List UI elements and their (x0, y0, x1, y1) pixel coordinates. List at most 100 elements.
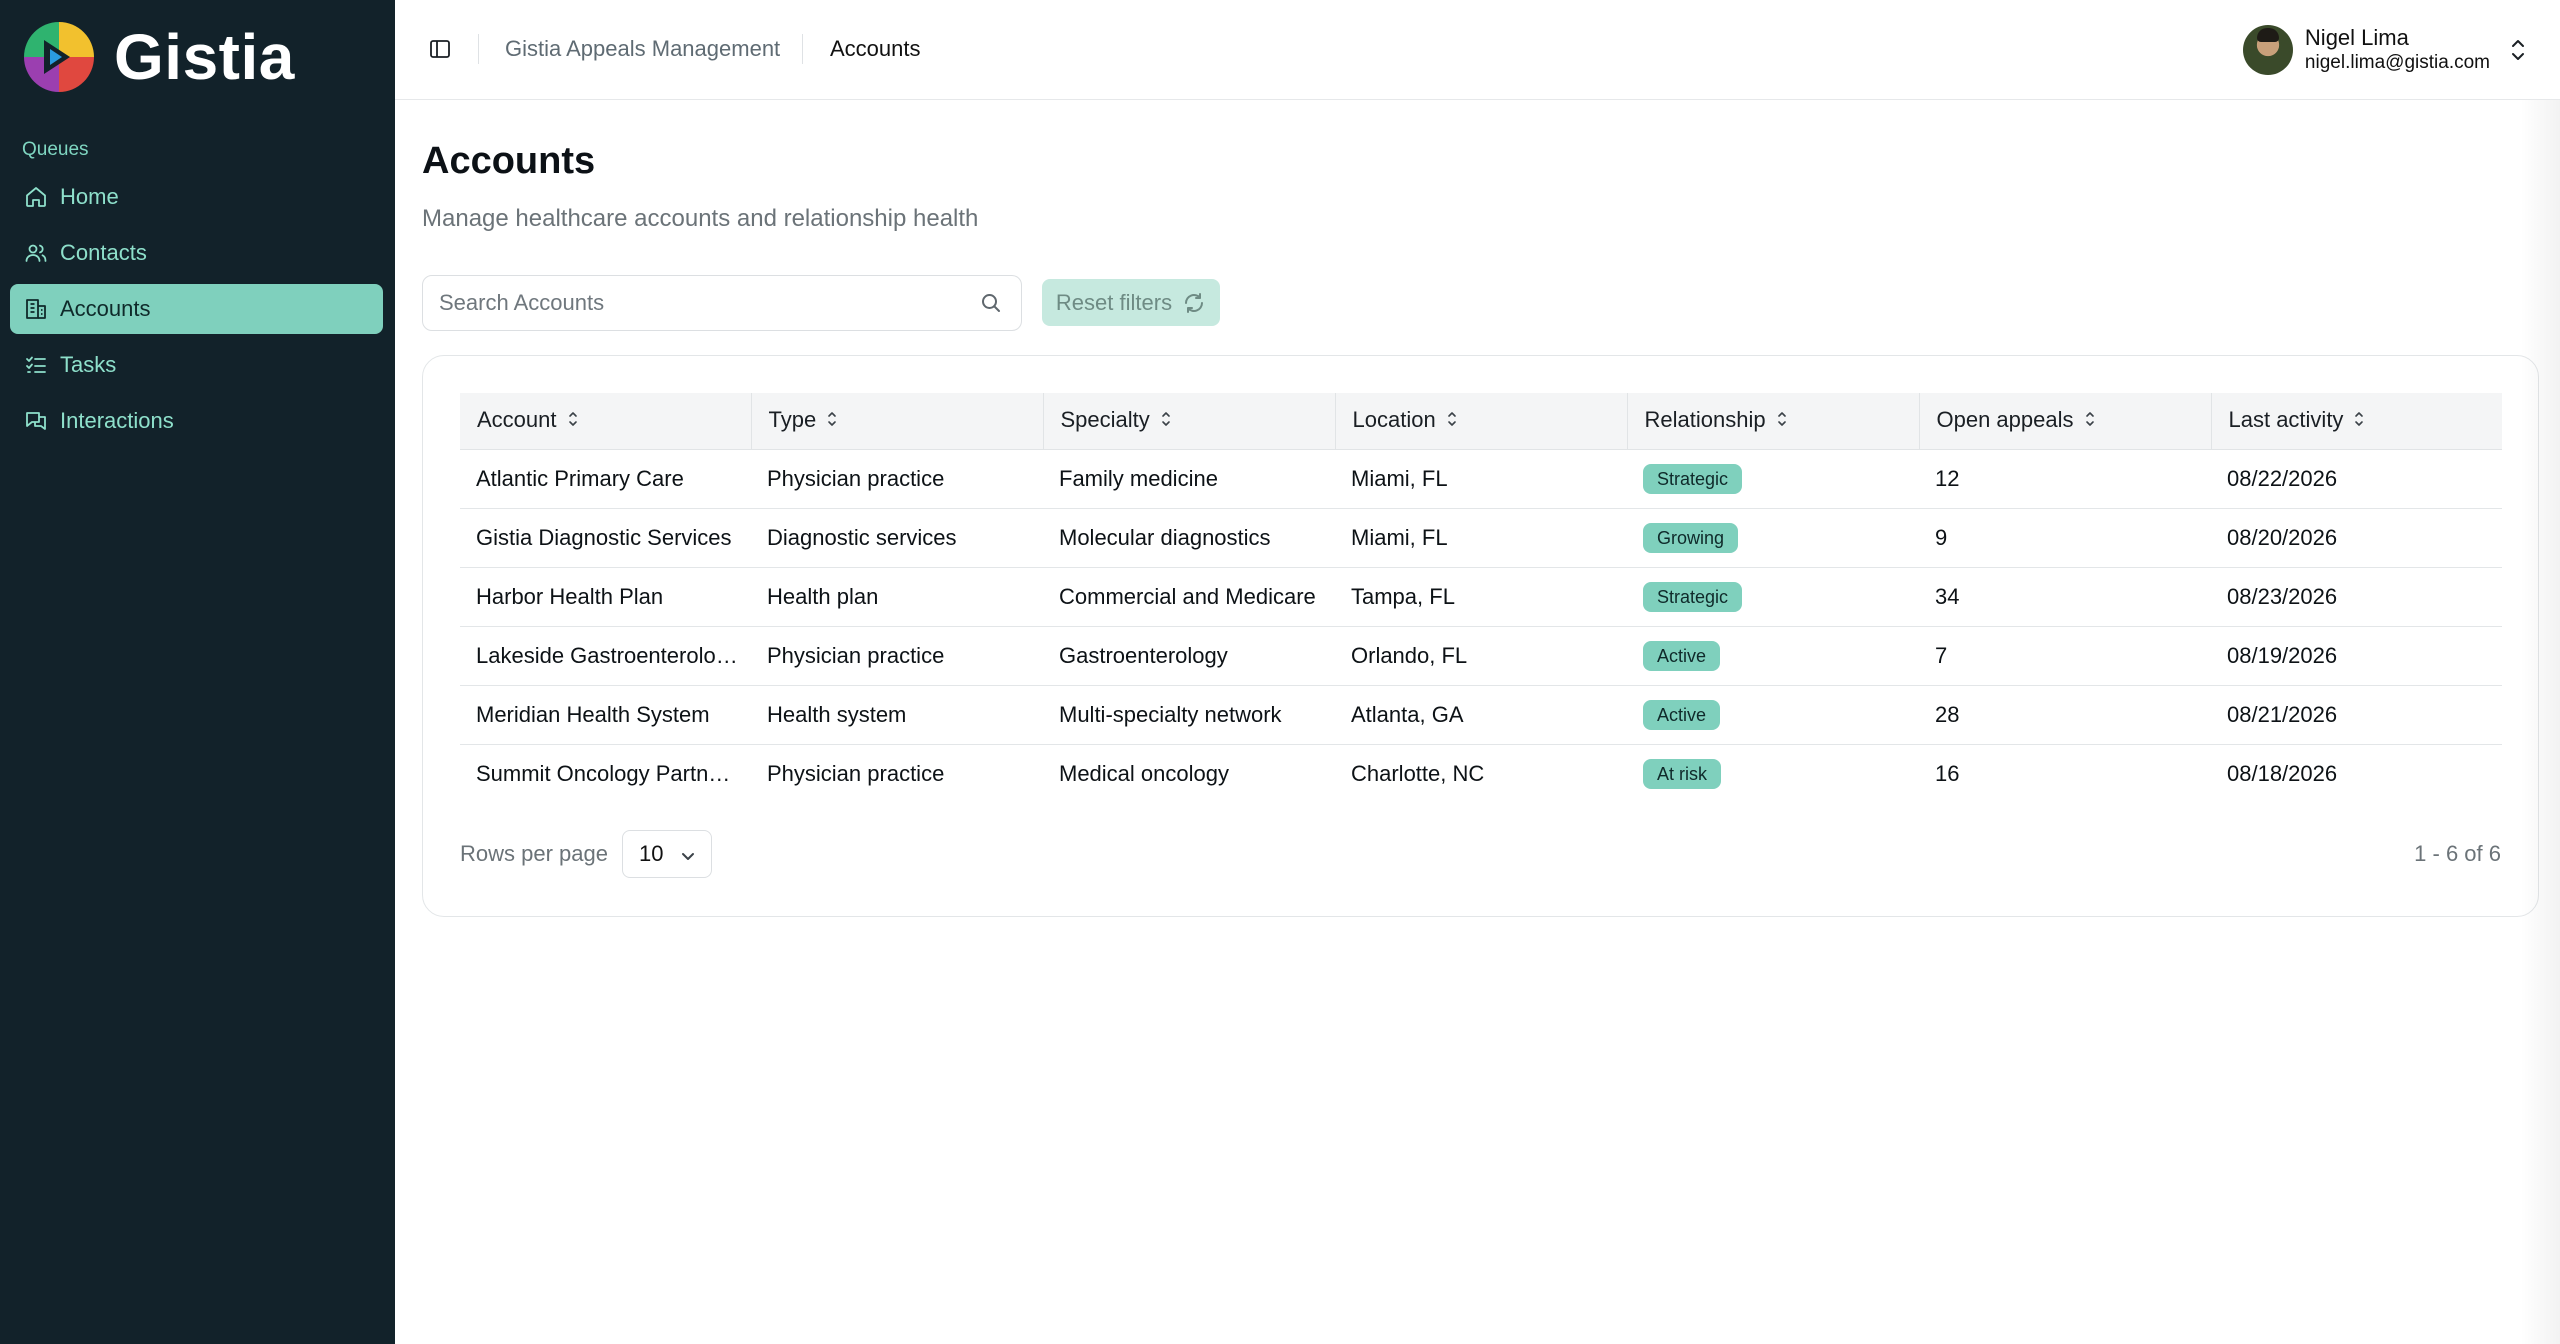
page-title: Accounts (422, 140, 596, 182)
cell-relationship: Strategic (1627, 567, 1919, 626)
cell-account: Harbor Health Plan (476, 583, 664, 609)
user-menu[interactable]: Nigel Lima nigel.lima@gistia.com (2242, 22, 2530, 78)
reset-filters-button[interactable]: Reset filters (1042, 279, 1220, 326)
cell-relationship: At risk (1627, 744, 1919, 803)
cell-type: Health plan (767, 583, 879, 609)
sort-icon[interactable] (2353, 408, 2365, 434)
app-logo[interactable]: Gistia (20, 18, 295, 96)
search-box (422, 275, 1022, 331)
table-row[interactable]: Atlantic Primary Care Physician practice… (460, 449, 2502, 508)
sidebar-item-home[interactable]: Home (10, 172, 383, 222)
cell-type: Physician practice (767, 465, 945, 491)
app-name: Gistia (114, 21, 295, 93)
header-divider (802, 34, 803, 64)
relationship-badge: Growing (1643, 522, 1739, 553)
sidebar-item-interactions[interactable]: Interactions (10, 396, 383, 446)
sort-icon[interactable] (1776, 408, 1788, 434)
cell-last-activity: 08/18/2026 (2227, 760, 2338, 786)
sort-icon[interactable] (1446, 408, 1458, 434)
column-header-specialty[interactable]: Specialty (1043, 393, 1336, 450)
relationship-badge: Active (1643, 699, 1721, 730)
cell-location: Tampa, FL (1351, 583, 1455, 609)
cell-account: Lakeside Gastroenterolo… (476, 642, 738, 668)
pagination-range: 1 - 6 of 6 (2414, 841, 2501, 866)
table-header-row: Account Type Specialty Location Relation… (460, 393, 2502, 450)
cell-open-appeals: 16 (1935, 760, 1960, 786)
sidebar-item-accounts[interactable]: Accounts (10, 284, 383, 334)
sidebar-item-label: Contacts (60, 240, 147, 265)
table-row[interactable]: Meridian Health System Health system Mul… (460, 685, 2502, 744)
table-row[interactable]: Gistia Diagnostic Services Diagnostic se… (460, 508, 2502, 567)
user-name: Nigel Lima (2304, 25, 2409, 50)
table-row[interactable]: Summit Oncology Partn… Physician practic… (460, 744, 2502, 803)
sidebar-toggle-button[interactable] (425, 34, 455, 64)
rows-per-page-label: Rows per page (460, 841, 608, 866)
users-icon (22, 239, 50, 267)
cell-type: Physician practice (767, 642, 945, 668)
sort-icon[interactable] (2084, 408, 2096, 434)
cell-relationship: Active (1627, 626, 1919, 685)
accounts-table: Account Type Specialty Location Relation… (460, 393, 2502, 803)
cell-location: Miami, FL (1351, 465, 1448, 491)
cell-specialty: Medical oncology (1059, 760, 1229, 786)
search-icon[interactable] (979, 291, 1003, 320)
chevrons-up-down-icon (2506, 35, 2530, 65)
gistia-logo-icon (24, 22, 94, 92)
cell-location: Charlotte, NC (1351, 760, 1485, 786)
list-checks-icon (22, 351, 50, 379)
reset-filters-label: Reset filters (1055, 289, 1173, 315)
messages-icon (22, 407, 50, 435)
accounts-table-card: Account Type Specialty Location Relation… (422, 355, 2539, 917)
avatar (2242, 25, 2293, 75)
right-edge-shadow (2520, 100, 2560, 1344)
search-input[interactable] (423, 276, 943, 330)
rows-per-page-value: 10 (639, 841, 664, 866)
sidebar-item-label: Accounts (60, 296, 151, 321)
sidebar-item-contacts[interactable]: Contacts (10, 228, 383, 278)
column-header-location[interactable]: Location (1335, 393, 1628, 450)
sidebar-item-label: Tasks (60, 352, 117, 377)
sidebar-nav: Home Contacts Accounts Tasks Interaction… (10, 172, 383, 452)
relationship-badge: At risk (1643, 758, 1722, 789)
cell-specialty: Molecular diagnostics (1059, 524, 1271, 550)
column-header-account[interactable]: Account (460, 393, 752, 450)
cell-type: Diagnostic services (767, 524, 957, 550)
table-row[interactable]: Lakeside Gastroenterolo… Physician pract… (460, 626, 2502, 685)
cell-relationship: Strategic (1627, 449, 1919, 508)
cell-open-appeals: 28 (1935, 701, 1960, 727)
home-icon (22, 183, 50, 211)
cell-location: Orlando, FL (1351, 642, 1468, 668)
sort-icon[interactable] (567, 408, 579, 434)
column-header-type[interactable]: Type (751, 393, 1044, 450)
refresh-icon (1185, 292, 1204, 313)
header-divider (478, 34, 479, 64)
breadcrumb-current: Accounts (830, 36, 921, 61)
column-header-open-appeals[interactable]: Open appeals (1919, 393, 2212, 450)
sidebar-item-label: Interactions (60, 408, 174, 433)
relationship-badge: Strategic (1643, 581, 1743, 612)
queues-section-label: Queues (22, 139, 89, 160)
top-header: Gistia Appeals Management Accounts Nigel… (395, 0, 2560, 100)
sidebar: Gistia Queues Home Contacts Accounts Tas… (0, 0, 395, 1344)
page-subtitle: Manage healthcare accounts and relations… (422, 205, 979, 232)
breadcrumb-app[interactable]: Gistia Appeals Management (505, 36, 780, 62)
cell-account: Summit Oncology Partn… (476, 760, 731, 786)
table-row[interactable]: Harbor Health Plan Health plan Commercia… (460, 567, 2502, 626)
sort-icon[interactable] (1160, 408, 1172, 434)
user-email: nigel.lima@gistia.com (2304, 52, 2490, 73)
relationship-badge: Strategic (1643, 463, 1743, 494)
cell-specialty: Multi-specialty network (1059, 701, 1282, 727)
column-header-last-activity[interactable]: Last activity (2211, 393, 2502, 450)
rows-per-page-select[interactable]: 10 (622, 830, 712, 878)
sort-icon[interactable] (826, 408, 838, 434)
cell-last-activity: 08/22/2026 (2227, 465, 2338, 491)
column-header-relationship[interactable]: Relationship (1627, 393, 1920, 450)
cell-specialty: Family medicine (1059, 465, 1218, 491)
cell-last-activity: 08/19/2026 (2227, 642, 2338, 668)
panel-left-icon (430, 40, 450, 58)
cell-account: Meridian Health System (476, 701, 710, 727)
chevron-down-icon (679, 845, 697, 871)
sidebar-item-label: Home (60, 184, 119, 209)
sidebar-item-tasks[interactable]: Tasks (10, 340, 383, 390)
cell-open-appeals: 34 (1935, 583, 1960, 609)
